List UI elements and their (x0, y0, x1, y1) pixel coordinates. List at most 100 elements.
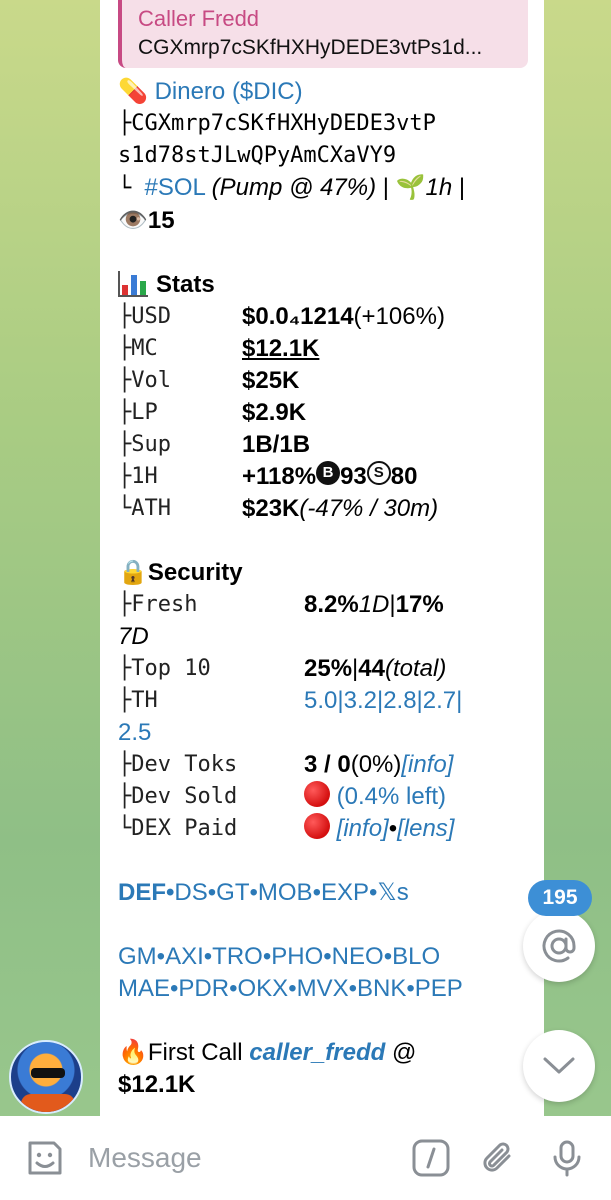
reply-preview[interactable]: Caller Fredd CGXmrp7cSKfHXHyDEDE3vtPs1d.… (118, 0, 528, 68)
link-tro[interactable]: TRO (212, 943, 263, 970)
address-part-1[interactable]: CGXmrp7cSKfHXHyDEDE3vtP (131, 111, 436, 136)
at-label: @ (385, 1039, 417, 1066)
stat-extra: (-47% / 30m) (299, 495, 439, 522)
stat-row-vol: ├Vol $25K (118, 365, 526, 397)
stat-row-sup: ├Sup 1B/1B (118, 429, 526, 461)
security-row-top10: ├Top 10 25% | 44 (total) (118, 653, 526, 685)
top-holders-links[interactable]: 5.0|3.2|2.8|2.7| (304, 685, 462, 717)
market-cap-link[interactable]: $12.1K (242, 333, 319, 365)
stat-row-usd: ├USD $0.0₄1214 (+106%) (118, 301, 526, 333)
security-key: ├Top 10 (118, 656, 211, 681)
mention-button[interactable] (523, 910, 595, 982)
separator: • (262, 943, 272, 970)
separator: • (348, 975, 358, 1002)
sender-avatar[interactable] (9, 1040, 83, 1114)
stat-value: 1B/1B (242, 431, 311, 458)
link-blo[interactable]: BLO (392, 943, 440, 970)
buy-count: 93 (340, 463, 367, 490)
link-x-search[interactable]: 𝕏s (377, 879, 408, 906)
stat-key: ├Sup (118, 432, 171, 457)
reply-author: Caller Fredd (138, 6, 260, 31)
holder-count: 44 (358, 655, 385, 682)
links-row-primary: DEF•DS•GT•MOB•EXP•𝕏s (118, 877, 526, 909)
dev-info-link[interactable]: [info] (401, 749, 453, 781)
avatar-base (21, 1094, 75, 1112)
link-gt[interactable]: GT (216, 879, 249, 906)
top-holders-links-cont[interactable]: 2.5 (118, 717, 526, 749)
stat-key: ├1H (118, 464, 158, 489)
first-call-value: $12.1K (118, 1071, 196, 1098)
stat-key: ├USD (118, 304, 171, 329)
sticker-icon[interactable] (24, 1137, 66, 1179)
link-pdr[interactable]: PDR (178, 975, 229, 1002)
link-gm[interactable]: GM (118, 943, 157, 970)
dex-info-link[interactable]: [info] (337, 813, 389, 845)
bot-commands-button[interactable] (411, 1138, 451, 1178)
token-chain-line: └ #SOL (Pump @ 47%) | 🌱1h | (118, 172, 526, 205)
stat-row-1h: ├1H +118% B 93 S 80 (118, 461, 526, 493)
link-okx[interactable]: OKX (238, 975, 289, 1002)
link-ds[interactable]: DS (174, 879, 207, 906)
mention-count-badge[interactable]: 195 (528, 880, 592, 916)
stat-row-lp: ├LP $2.9K (118, 397, 526, 429)
link-pho[interactable]: PHO (271, 943, 323, 970)
link-bnk[interactable]: BNK (357, 975, 406, 1002)
attach-button[interactable] (479, 1138, 519, 1178)
chain-hashtag[interactable]: #SOL (145, 174, 205, 201)
link-mae[interactable]: MAE (118, 975, 170, 1002)
tree-branch: └ (118, 176, 145, 201)
pill-icon: 💊 (118, 78, 148, 105)
token-address-line-1[interactable]: ├CGXmrp7cSKfHXHyDEDE3vtP (118, 108, 526, 140)
caller-username-link[interactable]: caller_fredd (249, 1039, 385, 1066)
sell-count: 80 (390, 463, 418, 490)
links-row-tertiary: MAE•PDR•OKX•MVX•BNK•PEP (118, 973, 526, 1005)
separator: • (388, 815, 398, 842)
stat-value: $2.9K (242, 399, 307, 426)
fresh-1d-value: 8.2% (304, 591, 359, 618)
red-circle-icon (304, 813, 330, 839)
stat-key: ├LP (118, 400, 158, 425)
separator: | (452, 174, 466, 201)
security-title: Security (147, 559, 243, 586)
separator: • (406, 975, 415, 1002)
link-axi[interactable]: AXI (165, 943, 204, 970)
slash-command-icon (412, 1139, 450, 1177)
link-mvx[interactable]: MVX (297, 975, 349, 1002)
security-heading: 🔒Security (118, 557, 526, 589)
link-pep[interactable]: PEP (415, 975, 463, 1002)
separator: • (203, 943, 213, 970)
view-count: 15 (147, 207, 175, 234)
token-name-link[interactable]: Dinero (155, 78, 226, 105)
stat-row-ath: └ATH $23K (-47% / 30m) (118, 493, 526, 525)
link-exp[interactable]: EXP (321, 879, 369, 906)
stat-key: ├MC (118, 336, 158, 361)
stat-extra: (+106%) (353, 303, 445, 330)
message-input[interactable]: Message (88, 1142, 383, 1174)
separator: • (229, 975, 238, 1002)
token-ticker-link[interactable]: ($DIC) (232, 78, 303, 105)
first-call-label: First Call (147, 1039, 250, 1066)
link-def[interactable]: DEF (118, 879, 166, 906)
dev-sold-link[interactable]: (0.4% left) (337, 781, 446, 813)
security-key: └DEX Paid (118, 816, 238, 841)
token-age: 1h (425, 174, 453, 201)
buy-icon: B (316, 461, 341, 485)
security-key: ├Dev Toks (118, 752, 238, 777)
first-call-line: 🔥First Call caller_fredd @ (118, 1037, 526, 1069)
fresh-7d-label: 7D (118, 623, 149, 650)
sell-icon: S (366, 461, 391, 485)
dex-lens-link[interactable]: [lens] (397, 813, 454, 845)
link-neo[interactable]: NEO (332, 943, 384, 970)
total-label: (total) (384, 655, 447, 682)
separator: • (207, 879, 217, 906)
token-address-line-2[interactable]: s1d78stJLwQPyAmCXaVY9 (118, 140, 526, 172)
tree-branch: ├ (118, 111, 132, 136)
message-bubble[interactable]: Caller Fredd CGXmrp7cSKfHXHyDEDE3vtPs1d.… (100, 0, 544, 1116)
stat-value: $23K (242, 495, 300, 522)
security-key: ├Dev Sold (118, 784, 238, 809)
voice-button[interactable] (547, 1138, 587, 1178)
red-circle-icon (304, 781, 330, 807)
link-mob[interactable]: MOB (258, 879, 313, 906)
stats-title: Stats (156, 271, 215, 298)
scroll-down-button[interactable] (523, 1030, 595, 1102)
